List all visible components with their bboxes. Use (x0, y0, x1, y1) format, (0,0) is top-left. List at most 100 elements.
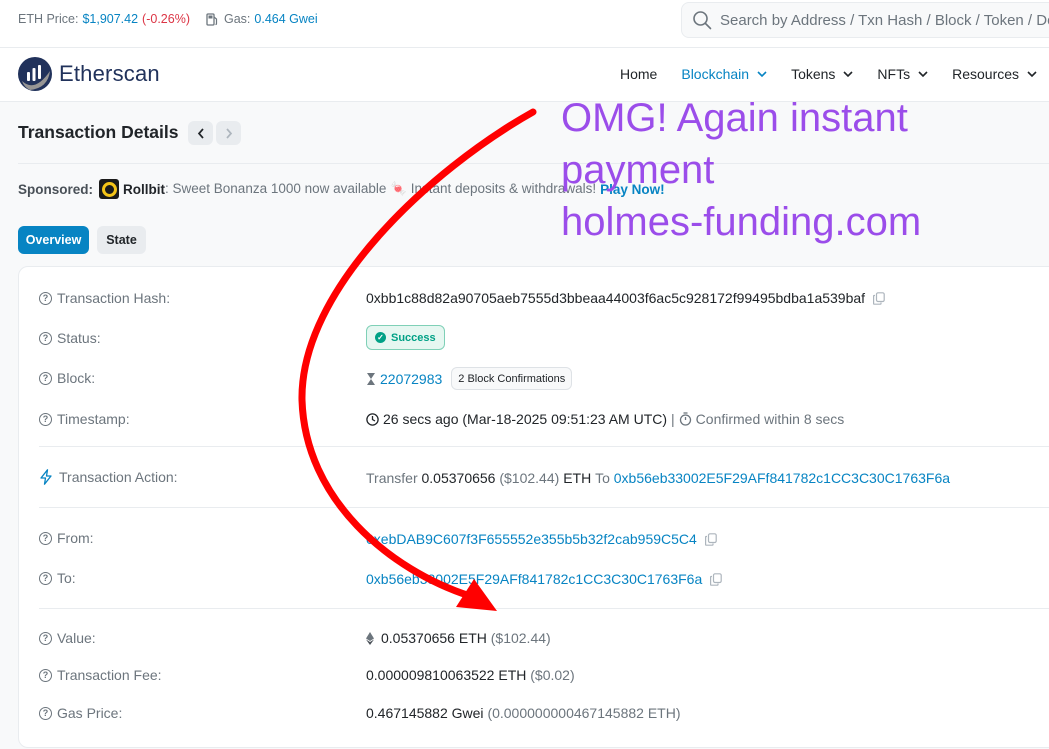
action-value-row: Transfer 0.05370656 ($102.44) ETH To 0xb… (366, 470, 950, 486)
clock-icon (366, 412, 379, 426)
sponsor-brand-link[interactable]: Rollbit (123, 182, 165, 197)
section-divider (39, 446, 1049, 447)
gas-pump-icon (206, 12, 218, 26)
top-bar: ETH Price: $1,907.42 (-0.26%) Gas: 0.464… (0, 0, 1049, 48)
confirmed-within: Confirmed within 8 secs (695, 411, 845, 427)
check-circle-icon: ✓ (375, 332, 386, 343)
price-ticker: ETH Price: $1,907.42 (-0.26%) Gas: 0.464… (18, 12, 318, 26)
to-value-row: 0xb56eb33002E5F29AFf841782c1CC3C30C1763F… (366, 571, 723, 587)
gas-label: Gas: (223, 12, 251, 26)
eth-price-link[interactable]: $1,907.42 (82, 12, 138, 26)
nav-home-label: Home (620, 66, 658, 82)
status-text: Success (391, 331, 436, 344)
action-label: Transaction Action: (59, 469, 178, 485)
fee-usd: ($0.02) (530, 667, 575, 683)
confirmations-badge: 2 Block Confirmations (451, 367, 573, 390)
status-label-row: ? Status: (39, 330, 101, 346)
action-to: To (595, 470, 610, 486)
copy-icon[interactable] (704, 532, 717, 546)
help-icon[interactable]: ? (39, 331, 52, 345)
block-label: Block: (57, 370, 96, 386)
sponsor-text: : Sweet Bonanza 1000 now available 🍬 Ins… (165, 181, 597, 196)
timestamp-separator: | (671, 411, 675, 427)
block-number-link[interactable]: 22072983 (380, 371, 442, 387)
value-usd: ($102.44) (490, 630, 551, 646)
brand-name: Etherscan (59, 61, 160, 86)
tab-state[interactable]: State (97, 226, 146, 254)
timestamp-label-row: ? Timestamp: (39, 411, 130, 427)
value-label: Value: (57, 630, 96, 646)
block-label-row: ? Block: (39, 370, 95, 386)
to-address-link[interactable]: 0xb56eb33002E5F29AFf841782c1CC3C30C1763F… (366, 571, 702, 587)
overlay-line-1: OMG! Again instant (561, 96, 908, 140)
timestamp-value-row: 26 secs ago (Mar-18-2025 09:51:23 AM UTC… (366, 411, 844, 427)
etherscan-logo[interactable]: Etherscan (18, 57, 160, 91)
help-icon[interactable]: ? (39, 291, 52, 305)
from-address-link[interactable]: 0xebDAB9C607f3F655552e355b5b32f2cab959C5… (366, 531, 697, 547)
next-transaction-button[interactable] (216, 121, 241, 145)
overlay-line-2: payment (561, 148, 715, 192)
fee-label-row: ? Transaction Fee: (39, 667, 162, 683)
transaction-hash: 0xbb1c88d82a90705aeb7555d3bbeaa44003f6ac… (366, 290, 866, 306)
copy-icon[interactable] (873, 291, 885, 305)
rollbit-logo-icon (99, 179, 120, 199)
help-icon[interactable]: ? (39, 668, 52, 682)
nav-home[interactable]: Home (620, 66, 657, 82)
value-value-row: 0.05370656 ETH ($102.44) (366, 630, 551, 646)
from-label-row: ? From: (39, 530, 94, 546)
main-nav: Home Blockchain Tokens NFTs Resources (620, 66, 1049, 82)
status-badge: ✓ Success (366, 325, 445, 350)
copy-icon[interactable] (710, 572, 723, 586)
chevron-down-icon (1027, 70, 1037, 77)
chevron-down-icon (918, 70, 928, 77)
from-value-row: 0xebDAB9C607f3F655552e355b5b32f2cab959C5… (366, 531, 717, 547)
hash-value-row: 0xbb1c88d82a90705aeb7555d3bbeaa44003f6ac… (366, 290, 885, 306)
section-divider (39, 507, 1049, 508)
action-prefix: Transfer (366, 470, 418, 486)
overlay-annotation-text: OMG! Again instant payment holmes-fundin… (561, 92, 921, 248)
chevron-left-icon (197, 127, 204, 139)
overlay-line-3: holmes-funding.com (561, 200, 922, 244)
help-icon[interactable]: ? (39, 706, 52, 720)
fee-value-row: 0.000009810063522 ETH ($0.02) (366, 667, 575, 683)
search-icon (693, 11, 712, 30)
action-to-address-link[interactable]: 0xb56eb33002E5F29AFf841782c1CC3C30C1763F… (614, 470, 950, 486)
status-label: Status: (57, 330, 101, 346)
nav-nfts[interactable]: NFTs (877, 66, 928, 82)
to-label-row: ? To: (39, 570, 76, 586)
etherscan-logo-icon (18, 57, 52, 91)
gas-price-value-row: 0.467145882 Gwei (0.000000000467145882 E… (366, 705, 680, 721)
action-token: ETH (563, 470, 592, 486)
fee-amount: 0.000009810063522 ETH (366, 667, 527, 683)
chevron-down-icon (757, 70, 767, 77)
nav-blockchain[interactable]: Blockchain (681, 66, 767, 82)
nav-resources[interactable]: Resources (952, 66, 1037, 82)
to-label: To: (57, 570, 76, 586)
prev-transaction-button[interactable] (188, 121, 213, 145)
help-icon[interactable]: ? (39, 412, 52, 426)
search-placeholder: Search by Address / Txn Hash / Block / T… (720, 11, 1049, 29)
chevron-right-icon (225, 127, 232, 139)
stopwatch-icon (679, 412, 691, 426)
help-icon[interactable]: ? (39, 571, 52, 585)
nav-blockchain-label: Blockchain (681, 66, 750, 82)
eth-price-label: ETH Price: (18, 12, 79, 26)
hourglass-icon (367, 372, 375, 385)
nav-tokens[interactable]: Tokens (791, 66, 853, 82)
nav-resources-label: Resources (952, 66, 1020, 82)
section-divider (39, 608, 1049, 609)
gas-value-link[interactable]: 0.464 Gwei (254, 12, 317, 26)
action-usd: ($102.44) (499, 470, 560, 486)
help-icon[interactable]: ? (39, 371, 52, 385)
help-icon[interactable]: ? (39, 531, 52, 545)
timestamp-label: Timestamp: (57, 411, 130, 427)
page-title: Transaction Details (18, 122, 179, 142)
from-label: From: (57, 530, 94, 546)
block-value-row: 22072983 2 Block Confirmations (366, 367, 573, 390)
ethereum-icon (366, 631, 374, 645)
search-input[interactable]: Search by Address / Txn Hash / Block / T… (681, 2, 1049, 38)
value-label-row: ? Value: (39, 630, 96, 646)
help-icon[interactable]: ? (39, 631, 52, 645)
eth-price-change: (-0.26%) (142, 12, 190, 26)
tab-overview[interactable]: Overview (18, 226, 89, 254)
